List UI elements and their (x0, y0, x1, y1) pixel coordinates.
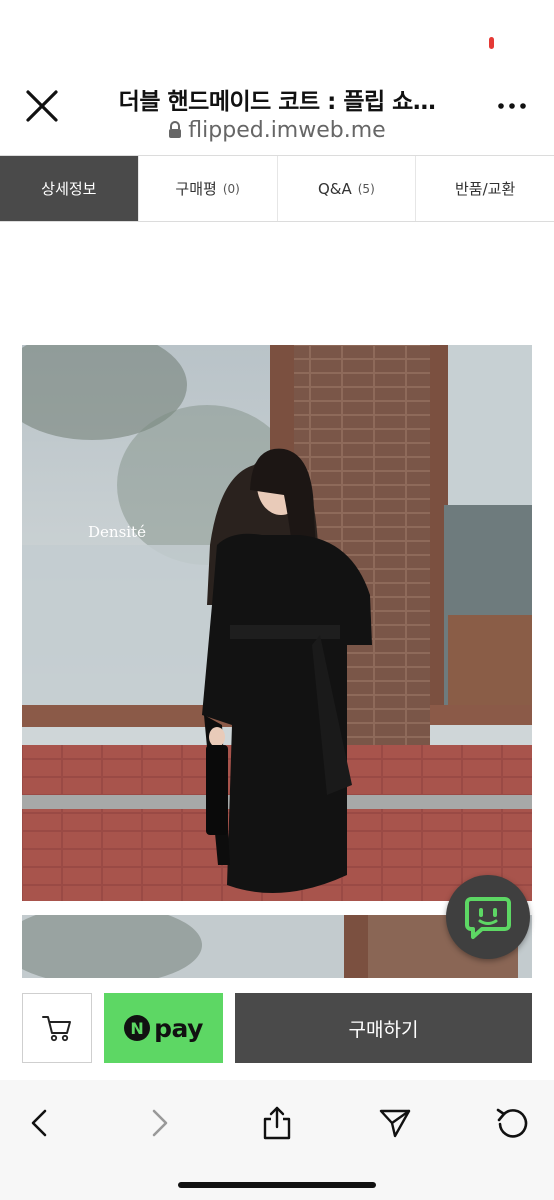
naver-pay-button[interactable]: N pay (104, 993, 223, 1063)
back-icon (31, 1109, 47, 1137)
product-photo: Densité (22, 345, 532, 901)
url-bar[interactable]: flipped.imweb.me (0, 118, 554, 145)
buy-now-button[interactable]: 구매하기 (235, 993, 532, 1063)
tab-label: Q&A (317, 179, 352, 198)
tab-qna[interactable]: Q&A (5) (278, 156, 417, 221)
more-button[interactable] (497, 96, 527, 116)
tab-label: 상세정보 (41, 180, 97, 198)
back-button[interactable] (18, 1101, 62, 1145)
tab-reviews[interactable]: 구매평 (0) (139, 156, 278, 221)
watermark-text: Densité (88, 523, 146, 541)
url-text: flipped.imweb.me (188, 118, 386, 143)
lock-icon (168, 120, 182, 145)
chat-button[interactable] (446, 875, 530, 959)
send-button[interactable] (373, 1101, 417, 1145)
tab-count: (0) (222, 181, 240, 196)
home-indicator[interactable] (178, 1182, 376, 1188)
share-icon (263, 1106, 291, 1140)
tab-label: 구매평 (175, 180, 217, 198)
forward-button[interactable] (137, 1101, 181, 1145)
reload-icon (496, 1108, 528, 1138)
tab-count: (5) (357, 181, 375, 196)
page-title: 더블 핸드메이드 코트 : 플립 쇼… (118, 89, 436, 115)
buy-now-label: 구매하기 (348, 1018, 419, 1041)
naver-pay-label: pay (154, 1013, 203, 1043)
add-to-cart-button[interactable] (22, 993, 92, 1063)
tab-label: 반품/교환 (454, 180, 516, 198)
share-button[interactable] (255, 1101, 299, 1145)
naver-pay-logo-icon: N (124, 1015, 151, 1041)
tab-returns[interactable]: 반품/교환 (416, 156, 554, 221)
forward-icon (152, 1109, 168, 1137)
more-icon (498, 103, 526, 109)
send-icon (379, 1109, 411, 1138)
recording-indicator (489, 37, 494, 49)
reload-button[interactable] (490, 1101, 534, 1145)
cart-icon (42, 1016, 71, 1042)
product-tabs: 상세정보 구매평 (0) Q&A (5) 반품/교환 (0, 155, 554, 222)
tab-detail[interactable]: 상세정보 (0, 156, 139, 221)
chat-icon (465, 897, 511, 939)
